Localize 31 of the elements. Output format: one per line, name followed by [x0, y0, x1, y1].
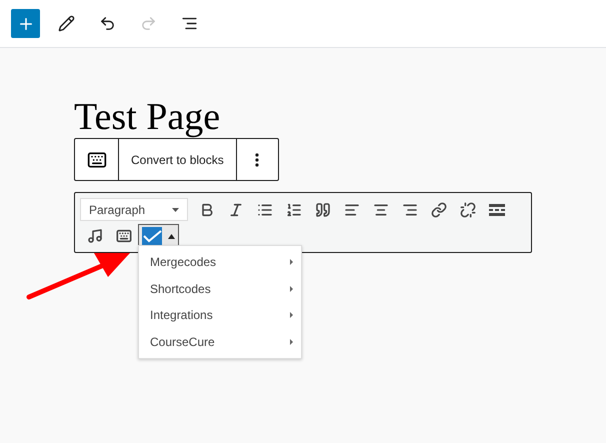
- submenu-arrow-icon: [290, 312, 293, 318]
- submenu-arrow-icon: [290, 338, 293, 345]
- bulleted-list-icon: [256, 202, 272, 218]
- undo-icon: [99, 15, 116, 32]
- quote-icon: [314, 202, 330, 218]
- add-block-button[interactable]: [11, 9, 40, 38]
- submenu-arrow-icon: [290, 259, 293, 266]
- list-icon: [181, 15, 198, 32]
- menu-item[interactable]: Integrations: [139, 302, 301, 328]
- menu-item[interactable]: Mergecodes: [139, 249, 301, 276]
- redo-icon: [140, 15, 157, 32]
- format-select[interactable]: Paragraph: [80, 198, 188, 221]
- caret-icon: [168, 234, 175, 238]
- media-icon: [86, 228, 102, 244]
- link-icon: [430, 202, 446, 218]
- dropdown-caret-icon: [172, 208, 179, 212]
- menu-item[interactable]: Shortcodes: [139, 276, 301, 302]
- align-right-icon: [402, 202, 418, 218]
- align-center-icon: [372, 202, 388, 218]
- keyboard-icon: [86, 150, 106, 170]
- menu-item[interactable]: CourseCure: [139, 328, 301, 355]
- keyboard-icon: [116, 228, 132, 244]
- page-title: Test Page: [74, 96, 220, 138]
- submenu-arrow-icon: [290, 286, 293, 292]
- horizontal-line-icon: [488, 204, 504, 216]
- pencil-icon: [58, 15, 75, 32]
- numbered-list-icon: [286, 202, 302, 218]
- italic-icon: [228, 202, 244, 218]
- more-options-icon: [255, 152, 260, 166]
- align-left-icon: [344, 202, 360, 218]
- unlink-icon: [460, 202, 476, 218]
